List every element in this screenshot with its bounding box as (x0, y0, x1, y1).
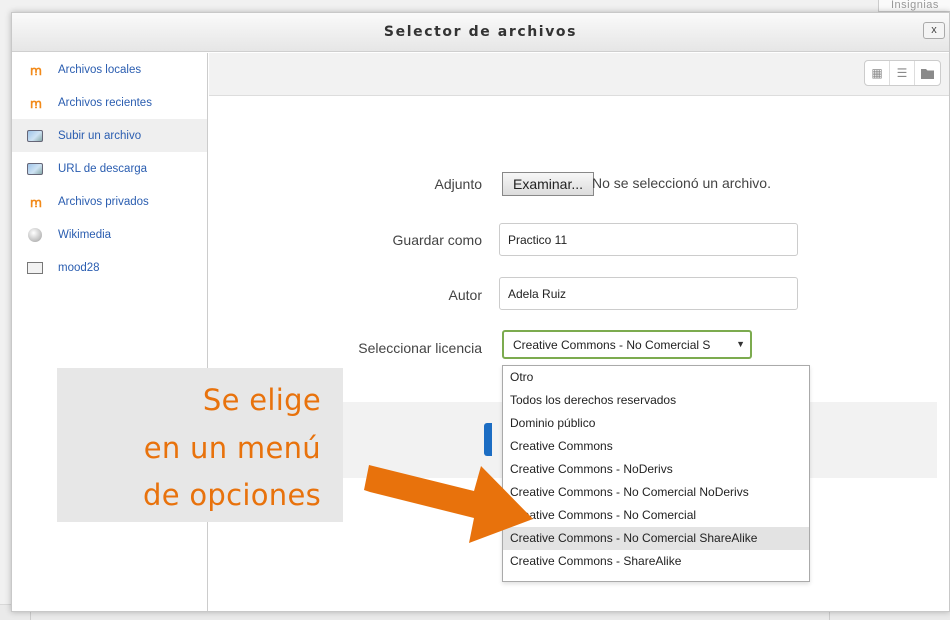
upload-submit-button[interactable] (484, 423, 492, 456)
grid-view-icon: ▦ (871, 66, 883, 80)
moodle-icon: ꭑ (30, 195, 42, 211)
chevron-down-icon: ▼ (736, 339, 745, 349)
save-as-label: Guardar como (392, 232, 482, 248)
no-file-text: No se seleccionó un archivo. (592, 175, 771, 191)
file-toolbar: ▦ ☰ (209, 53, 949, 96)
sidebar-item-archivos-recientes[interactable]: ꭑ Archivos recientes (12, 86, 207, 119)
sidebar-item-label: mood28 (58, 261, 100, 274)
sidebar-item-label: Archivos locales (58, 63, 142, 76)
folder-view-button[interactable] (915, 61, 940, 85)
browse-button[interactable]: Examinar... (502, 172, 594, 196)
license-label: Seleccionar licencia (358, 340, 482, 356)
sidebar-item-archivos-locales[interactable]: ꭑ Archivos locales (12, 53, 207, 86)
close-icon: x (931, 24, 937, 36)
license-select[interactable]: Creative Commons - No Comercial S ▼ (502, 330, 752, 359)
sidebar-item-wikimedia[interactable]: Wikimedia (12, 218, 207, 251)
author-input[interactable]: Adela Ruiz (499, 277, 798, 310)
list-view-button[interactable]: ☰ (890, 61, 915, 85)
moodle-icon: ꭑ (30, 96, 42, 112)
attachment-label: Adjunto (434, 176, 482, 192)
sidebar-item-url-descarga[interactable]: URL de descarga (12, 152, 207, 185)
sidebar-item-label: Archivos privados (58, 195, 149, 208)
save-as-input[interactable]: Practico 11 (499, 223, 798, 256)
annotation-line: de opciones (143, 478, 321, 512)
download-url-icon (26, 162, 44, 176)
annotation-callout: Se elige en un menú de opciones (57, 368, 343, 522)
annotation-line: en un menú (143, 431, 321, 465)
annotation-line: Se elige (202, 383, 321, 417)
sidebar-item-label: Subir un archivo (58, 129, 142, 142)
license-option[interactable]: Otro (503, 366, 809, 389)
license-option[interactable]: Dominio público (503, 412, 809, 435)
sidebar-item-label: Archivos recientes (58, 96, 152, 109)
repository-sidebar: ꭑ Archivos locales ꭑ Archivos recientes … (12, 53, 208, 611)
sidebar-item-label: Wikimedia (58, 228, 112, 241)
license-selected-value: Creative Commons - No Comercial S (513, 338, 711, 352)
dialog-title: Selector de archivos (383, 24, 578, 40)
moodle-icon: ꭑ (30, 63, 42, 79)
close-button[interactable]: x (923, 22, 945, 39)
sidebar-item-mood28[interactable]: mood28 (12, 251, 207, 284)
upload-icon (26, 129, 44, 143)
license-option[interactable]: Creative Commons - No Comercial NoDerivs (503, 481, 809, 504)
sidebar-item-label: URL de descarga (58, 162, 148, 175)
sidebar-item-archivos-privados[interactable]: ꭑ Archivos privados (12, 185, 207, 218)
license-option[interactable]: Creative Commons - No Comercial (503, 504, 809, 527)
license-option[interactable]: Creative Commons - NoDerivs (503, 458, 809, 481)
license-dropdown: Otro Todos los derechos reservados Domin… (502, 365, 810, 582)
sidebar-item-subir-archivo[interactable]: Subir un archivo (12, 119, 207, 152)
license-option[interactable]: Creative Commons (503, 435, 809, 458)
folder-view-icon (921, 68, 934, 79)
license-option[interactable]: Todos los derechos reservados (503, 389, 809, 412)
grid-view-button[interactable]: ▦ (865, 61, 890, 85)
dialog-titlebar[interactable]: Selector de archivos x (12, 13, 949, 52)
disk-icon (26, 261, 44, 275)
view-switcher: ▦ ☰ (864, 60, 941, 86)
license-option[interactable]: Creative Commons - ShareAlike (503, 550, 809, 573)
license-option-highlighted[interactable]: Creative Commons - No Comercial ShareAli… (503, 527, 809, 550)
author-label: Autor (448, 287, 482, 303)
list-view-icon: ☰ (896, 66, 908, 80)
wikimedia-icon (26, 227, 44, 242)
background-tab-insignias[interactable]: Insignias (878, 0, 950, 12)
